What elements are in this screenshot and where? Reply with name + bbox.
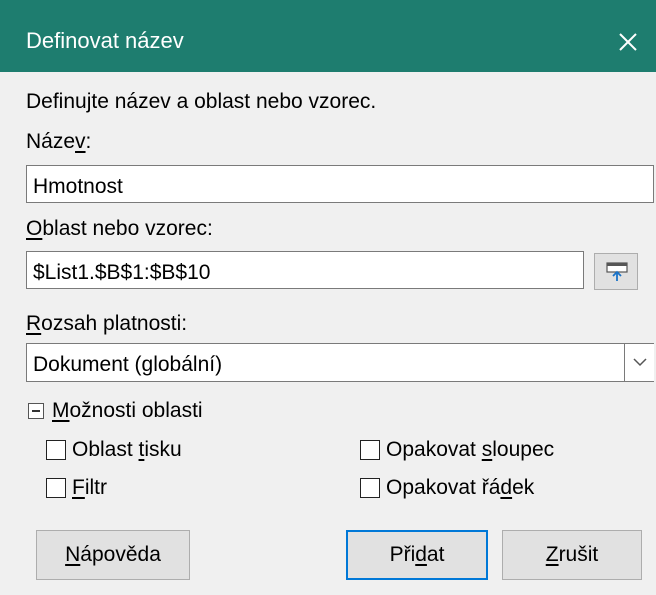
print-range-label[interactable]: Oblast tisku [72, 437, 182, 463]
print-range-checkbox[interactable] [46, 440, 66, 460]
intro-text: Definujte název a oblast nebo vzorec. [26, 90, 377, 113]
scope-select-value: Dokument (globální) [33, 353, 223, 376]
name-label: Název: [26, 130, 92, 153]
repeat-column-checkbox[interactable] [360, 440, 380, 460]
filter-checkbox[interactable] [46, 478, 66, 498]
scope-select[interactable]: Dokument (globální) [26, 343, 654, 382]
repeat-row-label[interactable]: Opakovat řádek [386, 475, 534, 501]
close-icon [619, 33, 637, 51]
dialog-title: Definovat název [26, 28, 184, 53]
title-bar: Definovat název [0, 0, 656, 72]
define-name-dialog: Definovat název Definujte název a oblast… [0, 0, 656, 595]
name-input[interactable]: Hmotnost [26, 165, 654, 203]
range-options-collapse-toggle[interactable] [28, 403, 44, 419]
cancel-button[interactable]: Zrušit [502, 530, 642, 580]
range-input[interactable]: $List1.$B$1:$B$10 [26, 251, 584, 289]
chevron-down-icon [633, 358, 647, 367]
filter-label[interactable]: Filtr [72, 475, 107, 501]
range-label: Oblast nebo vzorec: [26, 217, 213, 240]
repeat-column-label[interactable]: Opakovat sloupec [386, 437, 554, 463]
add-button[interactable]: Přidat [346, 530, 488, 580]
name-input-value: Hmotnost [33, 175, 123, 198]
scope-dropdown-button[interactable] [624, 344, 654, 381]
shrink-button[interactable] [594, 253, 638, 290]
help-button[interactable]: Nápověda [36, 530, 190, 580]
close-button[interactable] [608, 22, 648, 62]
repeat-row-checkbox[interactable] [360, 478, 380, 498]
shrink-icon [606, 262, 628, 281]
scope-label: Rozsah platnosti: [26, 312, 188, 335]
range-input-value: $List1.$B$1:$B$10 [33, 261, 211, 284]
range-options-header[interactable]: Možnosti oblasti [52, 398, 203, 424]
